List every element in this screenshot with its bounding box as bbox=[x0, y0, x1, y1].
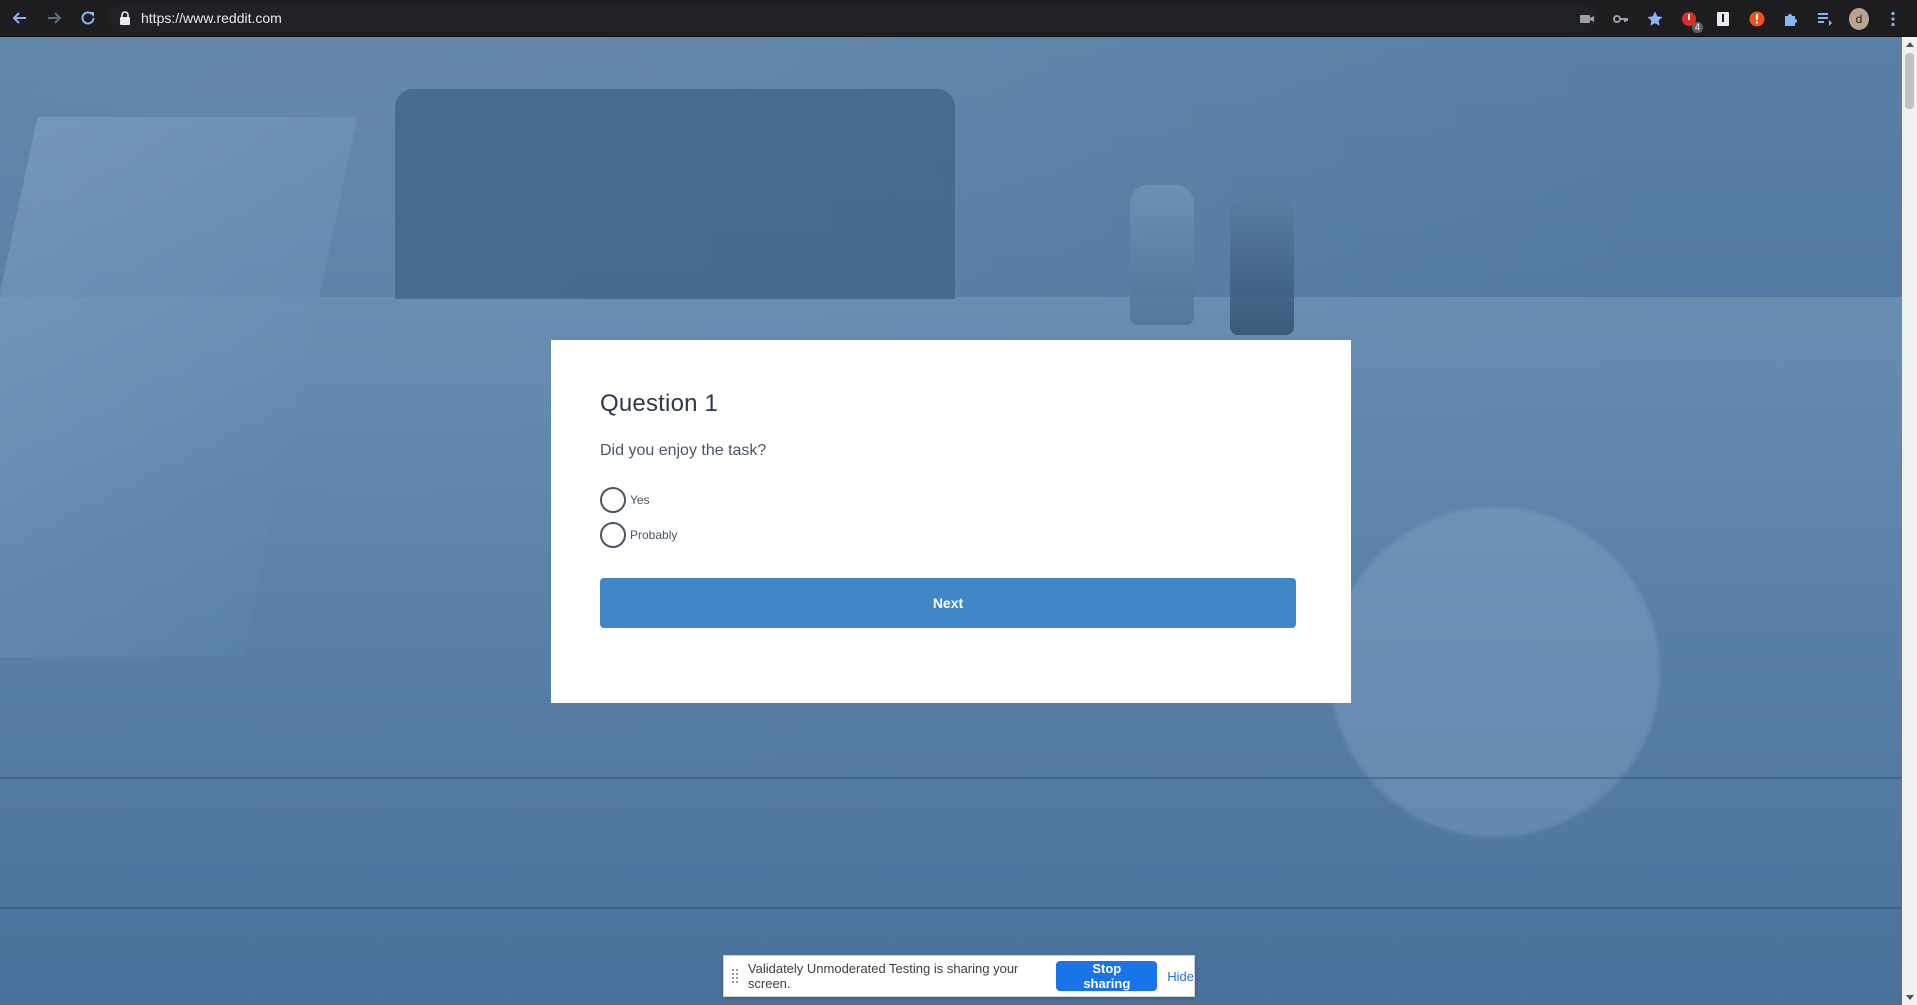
radio-probably[interactable] bbox=[600, 521, 626, 548]
passwords-button[interactable] bbox=[1611, 9, 1631, 29]
camera-button[interactable] bbox=[1577, 9, 1597, 29]
book-icon bbox=[1717, 11, 1729, 26]
hide-link[interactable]: Hide bbox=[1167, 969, 1194, 984]
question-text: Did you enjoy the task? bbox=[600, 442, 767, 459]
browser-toolbar: https://www.reddit.com 4 d bbox=[0, 0, 1917, 37]
background-plank-line bbox=[0, 907, 1902, 909]
bookmark-button[interactable] bbox=[1645, 9, 1665, 29]
back-button[interactable] bbox=[6, 4, 34, 32]
radio-yes[interactable] bbox=[600, 486, 626, 513]
share-message: Validately Unmoderated Testing is sharin… bbox=[747, 961, 1019, 991]
media-icon bbox=[1818, 12, 1832, 26]
background-salt-shaker bbox=[1130, 185, 1194, 325]
camera-icon bbox=[1580, 14, 1594, 23]
browser-menu-button[interactable] bbox=[1883, 9, 1903, 29]
background-hand bbox=[1330, 507, 1660, 837]
drag-handle-icon[interactable] bbox=[732, 969, 738, 983]
profile-button[interactable]: d bbox=[1849, 7, 1869, 30]
url-text: https://www.reddit.com bbox=[141, 10, 282, 26]
extension-badge: 4 bbox=[1691, 21, 1703, 33]
background-pepper-shaker bbox=[1230, 195, 1294, 335]
key-icon bbox=[1613, 14, 1628, 23]
background-chair bbox=[395, 89, 955, 299]
extension-book-button[interactable] bbox=[1713, 9, 1733, 29]
more-icon bbox=[1891, 11, 1895, 26]
page-scrollbar[interactable] bbox=[1902, 37, 1917, 1005]
next-button[interactable]: Next bbox=[600, 578, 1296, 628]
extension-red-button[interactable]: 4 bbox=[1679, 9, 1703, 33]
scroll-thumb[interactable] bbox=[1905, 53, 1914, 109]
extensions-row: 4 d bbox=[1577, 0, 1903, 37]
address-bar[interactable]: https://www.reddit.com bbox=[107, 4, 1597, 32]
back-arrow-icon bbox=[12, 12, 26, 24]
scroll-up-arrow[interactable] bbox=[1906, 42, 1914, 47]
star-icon bbox=[1647, 11, 1663, 26]
background-plank-line bbox=[0, 777, 1902, 779]
option-yes[interactable]: Yes bbox=[600, 482, 1296, 517]
scroll-down-arrow[interactable] bbox=[1906, 995, 1914, 1000]
question-title: Question 1 bbox=[600, 390, 719, 417]
question-card: Question 1 Did you enjoy the task? Yes P… bbox=[551, 340, 1351, 703]
option-label: Yes bbox=[630, 492, 650, 507]
alert-icon bbox=[1749, 11, 1765, 26]
media-controls-button[interactable] bbox=[1815, 9, 1835, 29]
avatar: d bbox=[1849, 7, 1869, 30]
reload-icon bbox=[81, 11, 95, 25]
extension-alert-button[interactable] bbox=[1747, 9, 1767, 29]
stop-sharing-button[interactable]: Stop sharing bbox=[1056, 961, 1158, 991]
puzzle-icon bbox=[1785, 13, 1797, 26]
lock-icon bbox=[120, 11, 130, 25]
option-probably[interactable]: Probably bbox=[600, 517, 1296, 552]
option-label: Probably bbox=[630, 527, 678, 542]
reload-button[interactable] bbox=[74, 4, 102, 32]
forward-button[interactable] bbox=[40, 4, 68, 32]
screen-share-bar: Validately Unmoderated Testing is sharin… bbox=[723, 955, 1195, 997]
forward-arrow-icon bbox=[48, 12, 62, 24]
extensions-menu-button[interactable] bbox=[1781, 9, 1801, 29]
